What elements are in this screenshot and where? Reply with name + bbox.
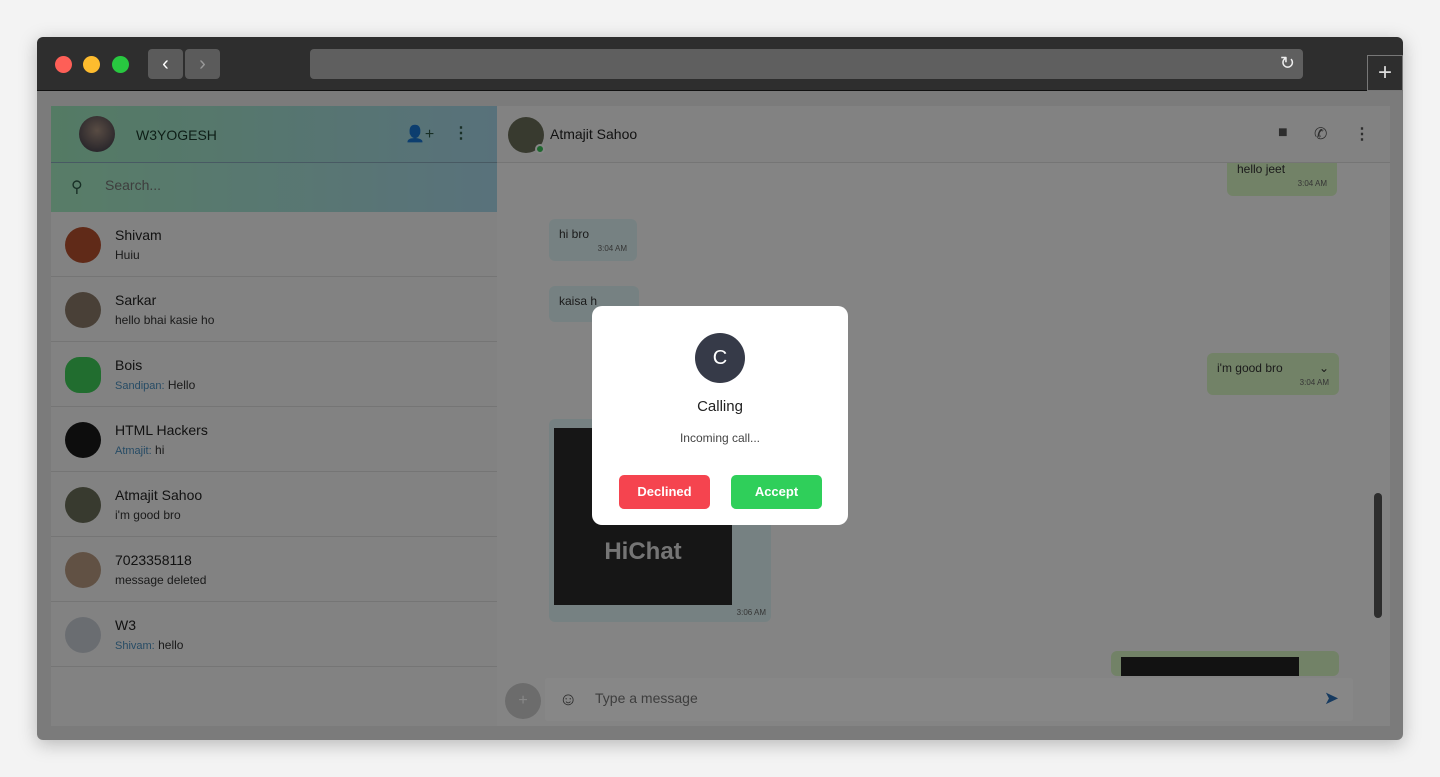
reload-icon[interactable]: ↻	[1280, 53, 1295, 74]
minimize-window-button[interactable]	[83, 56, 100, 73]
caller-avatar: C	[695, 333, 745, 383]
modal-subtitle: Incoming call...	[679, 431, 761, 445]
close-window-button[interactable]	[55, 56, 72, 73]
forward-button[interactable]: ›	[185, 49, 220, 79]
new-tab-button[interactable]: +	[1367, 55, 1403, 91]
accept-button[interactable]: Accept	[731, 475, 822, 509]
address-bar[interactable]: ↻	[310, 49, 1303, 79]
incoming-call-modal: C Calling Incoming call... Declined Acce…	[592, 306, 848, 525]
back-button[interactable]: ‹	[148, 49, 183, 79]
browser-titlebar: ‹ › ↻ +	[37, 37, 1403, 91]
maximize-window-button[interactable]	[112, 56, 129, 73]
modal-title: Calling	[697, 398, 743, 415]
decline-button[interactable]: Declined	[619, 475, 710, 509]
